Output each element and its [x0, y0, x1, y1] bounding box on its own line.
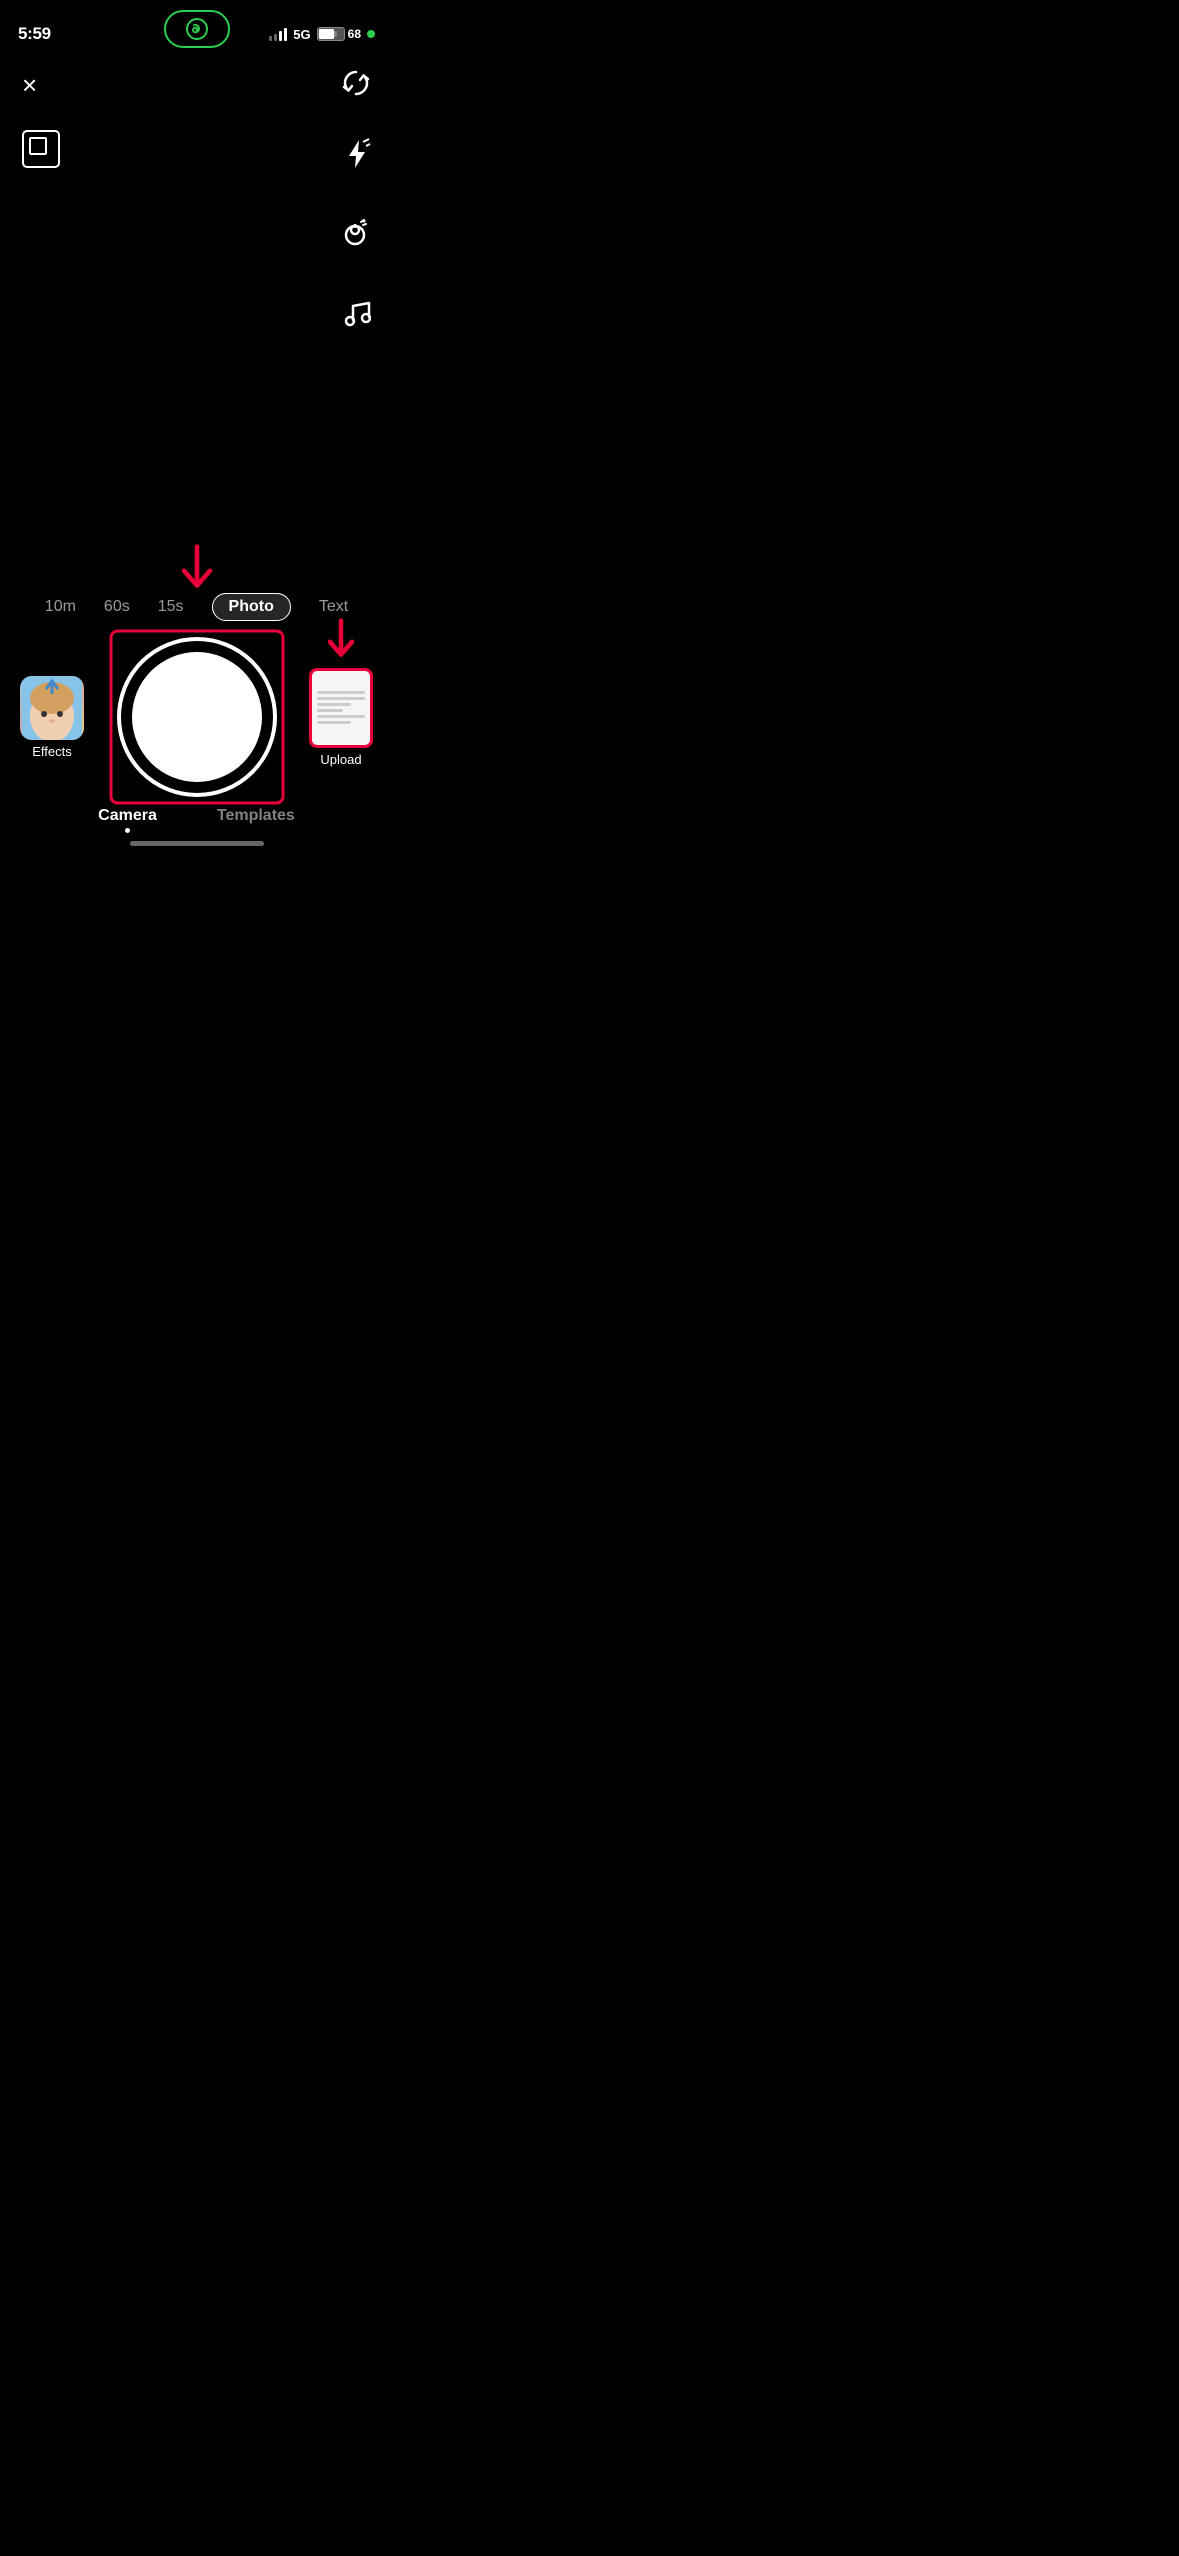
tab-camera-dot — [125, 828, 130, 833]
music-button[interactable] — [343, 298, 371, 335]
duration-text[interactable]: Text — [319, 598, 348, 616]
upload-line-5 — [317, 715, 365, 718]
signal-icon — [269, 27, 287, 41]
tab-templates[interactable]: Templates — [217, 807, 295, 833]
effects-face-graphic — [22, 676, 82, 740]
tiktok-logo-pill — [164, 10, 230, 48]
battery-tip — [334, 31, 337, 37]
network-label: 5G — [293, 27, 310, 42]
bottom-tabs: Camera Templates — [0, 807, 393, 833]
home-indicator — [130, 841, 264, 846]
battery-fill — [319, 29, 335, 39]
tab-camera-label: Camera — [98, 807, 157, 825]
signal-bar-1 — [269, 36, 272, 41]
signal-bar-3 — [279, 31, 282, 41]
duration-photo[interactable]: Photo — [212, 593, 291, 621]
shutter-outline — [117, 637, 277, 797]
upload-line-1 — [317, 691, 365, 694]
upload-line-3 — [317, 703, 351, 706]
battery-body — [317, 27, 345, 41]
signal-bar-2 — [274, 34, 277, 41]
status-right: 5G 68 — [269, 27, 375, 42]
aspect-ratio-icon — [22, 130, 60, 168]
upload-thumbnail — [309, 668, 373, 748]
beauty-button[interactable] — [341, 218, 371, 255]
status-time: 5:59 — [18, 24, 51, 44]
upload-line-6 — [317, 721, 351, 724]
status-bar: 5:59 5G 68 — [0, 0, 393, 54]
flash-button[interactable] — [343, 138, 371, 177]
duration-60s[interactable]: 60s — [104, 598, 130, 616]
flip-camera-button[interactable] — [341, 68, 371, 105]
upload-button[interactable]: Upload — [309, 668, 373, 767]
music-icon — [343, 298, 371, 328]
effects-label: Effects — [32, 744, 72, 759]
beauty-icon — [341, 218, 371, 248]
main-down-arrow — [177, 543, 217, 593]
close-button[interactable]: × — [22, 70, 37, 101]
duration-10m[interactable]: 10m — [45, 598, 76, 616]
flip-icon — [341, 68, 371, 98]
upload-line-2 — [317, 697, 365, 700]
signal-bar-4 — [284, 28, 287, 41]
active-dot — [367, 30, 375, 38]
capture-row: Effects — [0, 637, 393, 797]
duration-15s[interactable]: 15s — [158, 598, 184, 616]
flash-icon — [343, 138, 371, 170]
effects-button[interactable]: Effects — [20, 676, 84, 759]
upload-label: Upload — [320, 752, 361, 767]
bottom-ui: 10m 60s 15s Photo Text — [0, 543, 393, 852]
shutter-area — [117, 637, 277, 797]
aspect-ratio-button[interactable] — [22, 130, 60, 168]
battery-icon: 68 — [317, 27, 361, 41]
tiktok-logo-area — [164, 10, 230, 48]
battery-percent: 68 — [348, 27, 361, 41]
effects-thumbnail — [20, 676, 84, 740]
tab-templates-label: Templates — [217, 807, 295, 825]
tiktok-icon — [186, 18, 208, 40]
upload-down-arrow — [324, 618, 358, 662]
upload-line-4 — [317, 709, 343, 712]
tab-camera[interactable]: Camera — [98, 807, 157, 833]
